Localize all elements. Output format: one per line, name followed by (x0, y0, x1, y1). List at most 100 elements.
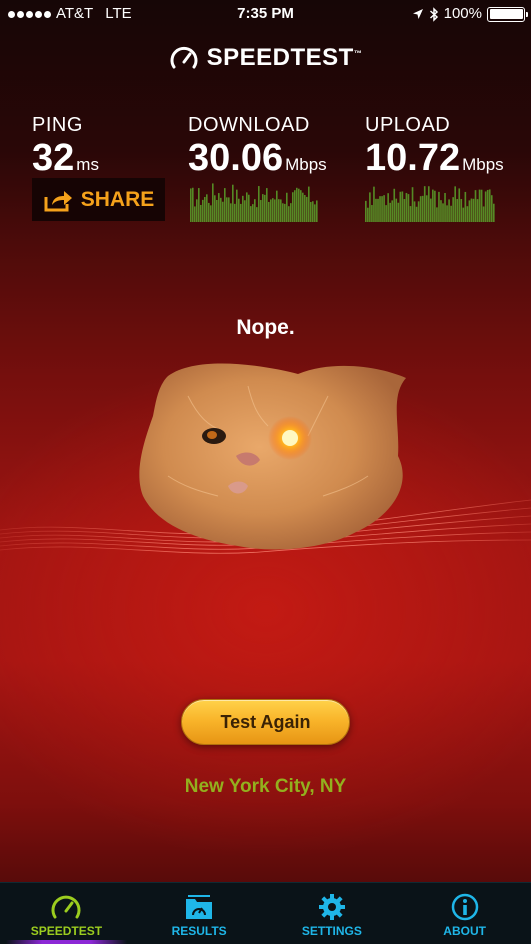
tab-about[interactable]: ABOUT (398, 883, 531, 944)
sparkline-bar (490, 195, 493, 222)
sparkline-bar (288, 206, 290, 222)
sparkline-bar (224, 188, 226, 222)
sparkline-bar (294, 190, 296, 222)
sparkline-bar (432, 189, 434, 222)
sparkline-bar (419, 196, 422, 222)
sparkline-bar (486, 189, 489, 222)
server-location[interactable]: New York City, NY (0, 776, 531, 798)
sparkline-bar (202, 199, 204, 222)
sparkline-bar (417, 201, 420, 222)
sparkline-bar (226, 197, 228, 222)
sparkline-bar (446, 205, 448, 222)
sparkline-bar (284, 203, 286, 222)
location-arrow-icon (412, 9, 423, 19)
sparkline-bar (276, 190, 278, 222)
sparkline-bar (425, 195, 428, 222)
sparkline-bar (212, 183, 214, 222)
sparkline-bar (391, 200, 394, 222)
sparkline-bar (244, 200, 246, 222)
sparkline-bar (413, 201, 416, 222)
sparkline-bar (430, 198, 432, 222)
upload-sparkline (365, 186, 495, 222)
result-caption: Nope. (236, 316, 295, 339)
sparkline-bar (190, 188, 192, 222)
download-metric: DOWNLOAD 30.06 Mbps (188, 114, 327, 186)
grumpy-cat-image (139, 363, 407, 550)
sparkline-bar (434, 190, 436, 222)
sparkline-bar (228, 197, 230, 222)
sparkline-bar (458, 188, 461, 222)
sparkline-bar (369, 192, 371, 222)
sparkline-bar (415, 206, 418, 222)
tab-results[interactable]: RESULTS (133, 883, 266, 944)
sparkline-bar (478, 189, 481, 222)
sparkline-bar (210, 205, 212, 222)
results-folder-icon (186, 895, 213, 919)
sparkline-bar (268, 201, 270, 222)
sparkline-bar (403, 199, 406, 222)
sparkline-bar (274, 199, 276, 222)
sparkline-bar (393, 188, 396, 222)
sparkline-bar (310, 201, 312, 222)
sparkline-bar (454, 186, 457, 222)
share-button[interactable]: SHARE (32, 178, 165, 221)
sparkline-bar (411, 187, 414, 222)
sparkline-bar (450, 205, 452, 222)
sparkline-bar (296, 187, 298, 222)
ping-metric: PING 32 ms (32, 114, 99, 186)
sparkline-bar (466, 206, 469, 222)
sparkline-bar (248, 194, 250, 222)
sparkline-bar (220, 197, 222, 222)
sparkline-bar (484, 191, 487, 222)
sparkline-bar (292, 192, 294, 222)
sparkline-bar (448, 199, 450, 222)
sparkline-bar (387, 193, 389, 222)
tab-label: ABOUT (443, 924, 486, 938)
download-sparkline (190, 183, 318, 222)
sparkline-bar (280, 199, 282, 222)
sparkline-bar (397, 202, 400, 222)
share-label: SHARE (80, 187, 155, 211)
sparkline-bar (198, 188, 200, 222)
battery-icon (487, 6, 528, 22)
sparkline-bar (470, 198, 473, 222)
sparkline-bar (216, 199, 218, 222)
sparkline-bar (381, 196, 383, 222)
sparkline-bar (270, 199, 272, 222)
sparkline-bar (377, 198, 379, 222)
tab-speedtest[interactable]: SPEEDTEST (0, 883, 133, 944)
sparkline-bar (383, 195, 385, 222)
sparkline-bar (290, 203, 292, 222)
download-value: 30.06 Mbps (188, 137, 327, 179)
sparkline-bar (371, 205, 373, 222)
sparkline-bar (474, 190, 477, 222)
tab-label: SPEEDTEST (30, 924, 103, 938)
test-again-button[interactable]: Test Again (181, 699, 350, 745)
speedometer-icon (170, 46, 198, 69)
sparkline-bar (256, 207, 258, 222)
sparkline-bar (302, 192, 304, 222)
speedometer-icon (51, 895, 81, 919)
sparkline-bar (476, 199, 479, 222)
sparkline-bar (194, 206, 196, 222)
upload-label: UPLOAD (365, 114, 451, 136)
ping-label: PING (32, 114, 83, 136)
status-right: 100% (412, 0, 528, 28)
sparkline-bar (401, 191, 404, 222)
sparkline-bar (300, 190, 302, 222)
sparkline-bar (456, 199, 459, 222)
sparkline-bar (214, 195, 216, 222)
sparkline-bar (266, 188, 268, 222)
sparkline-bar (234, 203, 236, 222)
share-arrow-icon (44, 190, 72, 211)
brand-header: SPEEDTEST™ (0, 44, 531, 72)
sparkline-bar (464, 191, 467, 222)
tab-settings[interactable]: SETTINGS (266, 883, 399, 944)
sparkline-bar (282, 203, 284, 222)
upload-metric: UPLOAD 10.72 Mbps (365, 114, 504, 186)
sparkline-bar (452, 197, 454, 222)
sparkline-bar (385, 205, 387, 222)
sparkline-bar (200, 204, 202, 222)
sparkline-bar (304, 195, 306, 222)
sparkline-bar (468, 200, 471, 222)
